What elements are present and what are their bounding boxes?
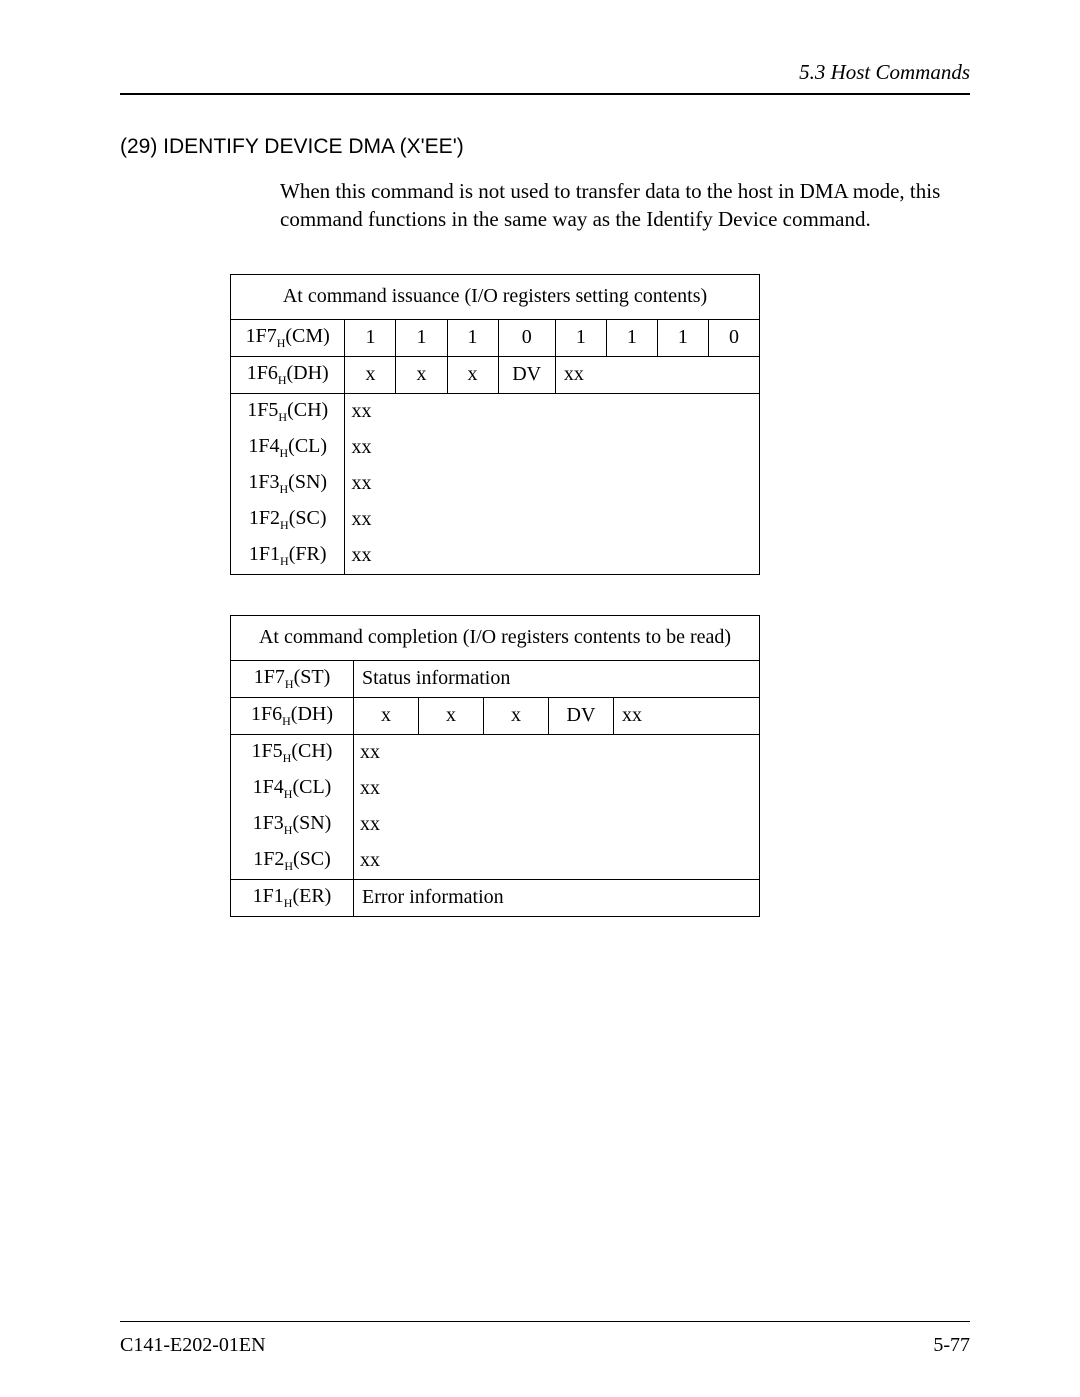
section-title-text: (29) IDENTIFY DEVICE DMA (X'EE') [120, 135, 464, 158]
cm-bit-4: 0 [498, 319, 555, 356]
dh-row-2: 1F6H(DH) x x x DV xx [231, 697, 760, 734]
dh-label: 1F6H(DH) [231, 356, 345, 393]
issuance-table: At command issuance (I/O registers setti… [230, 274, 760, 575]
dh2-bit-6: x [419, 697, 484, 734]
sc-row-2: 1F2H(SC) xx [231, 843, 760, 880]
dh2-bit-7: x [354, 697, 419, 734]
dh-bit-7: x [345, 356, 396, 393]
cm-bit-6: 1 [396, 319, 447, 356]
sn-value: xx [345, 466, 760, 502]
sn-row-2: 1F3H(SN) xx [231, 807, 760, 843]
er-row: 1F1H(ER) Error information [231, 879, 760, 916]
st-row: 1F7H(ST) Status information [231, 660, 760, 697]
cm-bit-7: 1 [345, 319, 396, 356]
ch-label: 1F5H(CH) [231, 393, 345, 430]
dh-bit-5: x [447, 356, 498, 393]
running-header: 5.3 Host Commands [120, 60, 970, 93]
er-value: Error information [354, 879, 760, 916]
completion-table: At command completion (I/O registers con… [230, 615, 760, 917]
description-text: When this command is not used to transfe… [280, 179, 940, 231]
ch-row: 1F5H(CH) xx [231, 393, 760, 430]
caption-row: At command issuance (I/O registers setti… [231, 274, 760, 319]
sc-label: 1F2H(SC) [231, 502, 345, 538]
fr-label: 1F1H(FR) [231, 538, 345, 575]
cm-bit-0: 0 [708, 319, 759, 356]
page: 5.3 Host Commands (29) IDENTIFY DEVICE D… [0, 0, 1080, 1397]
footer: C141-E202-01EN 5-77 [120, 1334, 970, 1357]
dh-row: 1F6H(DH) x x x DV xx [231, 356, 760, 393]
ch2-label: 1F5H(CH) [231, 734, 354, 771]
cl-label: 1F4H(CL) [231, 430, 345, 466]
cm-bit-1: 1 [657, 319, 708, 356]
sc-row: 1F2H(SC) xx [231, 502, 760, 538]
cm-row: 1F7H(CM) 1 1 1 0 1 1 1 0 [231, 319, 760, 356]
sn2-label: 1F3H(SN) [231, 807, 354, 843]
table1-caption: At command issuance (I/O registers setti… [231, 274, 760, 319]
dh2-bit-5: x [484, 697, 549, 734]
footer-doc-id: C141-E202-01EN [120, 1334, 266, 1357]
cl2-value: xx [354, 771, 760, 807]
section-title: (29) IDENTIFY DEVICE DMA (X'EE') [120, 135, 970, 159]
header-rule [120, 93, 970, 95]
cm-bit-5: 1 [447, 319, 498, 356]
cm-label: 1F7H(CM) [231, 319, 345, 356]
table2-caption: At command completion (I/O registers con… [231, 615, 760, 660]
cl2-label: 1F4H(CL) [231, 771, 354, 807]
sc2-label: 1F2H(SC) [231, 843, 354, 880]
footer-page-number: 5-77 [933, 1334, 970, 1357]
sn-row: 1F3H(SN) xx [231, 466, 760, 502]
ch2-value: xx [354, 734, 760, 771]
dh2-bits-low: xx [614, 697, 760, 734]
er-label: 1F1H(ER) [231, 879, 354, 916]
body-content: When this command is not used to transfe… [280, 177, 950, 234]
st-value: Status information [354, 660, 760, 697]
dh2-bit-4: DV [549, 697, 614, 734]
cl-row-2: 1F4H(CL) xx [231, 771, 760, 807]
sn-label: 1F3H(SN) [231, 466, 345, 502]
sn2-value: xx [354, 807, 760, 843]
sc-value: xx [345, 502, 760, 538]
dh-bit-4: DV [498, 356, 555, 393]
cm-bit-3: 1 [555, 319, 606, 356]
ch-value: xx [345, 393, 760, 430]
cl-value: xx [345, 430, 760, 466]
cm-bit-2: 1 [606, 319, 657, 356]
ch-row-2: 1F5H(CH) xx [231, 734, 760, 771]
cl-row: 1F4H(CL) xx [231, 430, 760, 466]
description: When this command is not used to transfe… [280, 177, 950, 234]
footer-rule [120, 1321, 970, 1322]
caption-row-2: At command completion (I/O registers con… [231, 615, 760, 660]
fr-row: 1F1H(FR) xx [231, 538, 760, 575]
sc2-value: xx [354, 843, 760, 880]
st-label: 1F7H(ST) [231, 660, 354, 697]
running-header-text: 5.3 Host Commands [799, 60, 970, 84]
fr-value: xx [345, 538, 760, 575]
dh2-label: 1F6H(DH) [231, 697, 354, 734]
dh-bits-low: xx [555, 356, 759, 393]
dh-bit-6: x [396, 356, 447, 393]
